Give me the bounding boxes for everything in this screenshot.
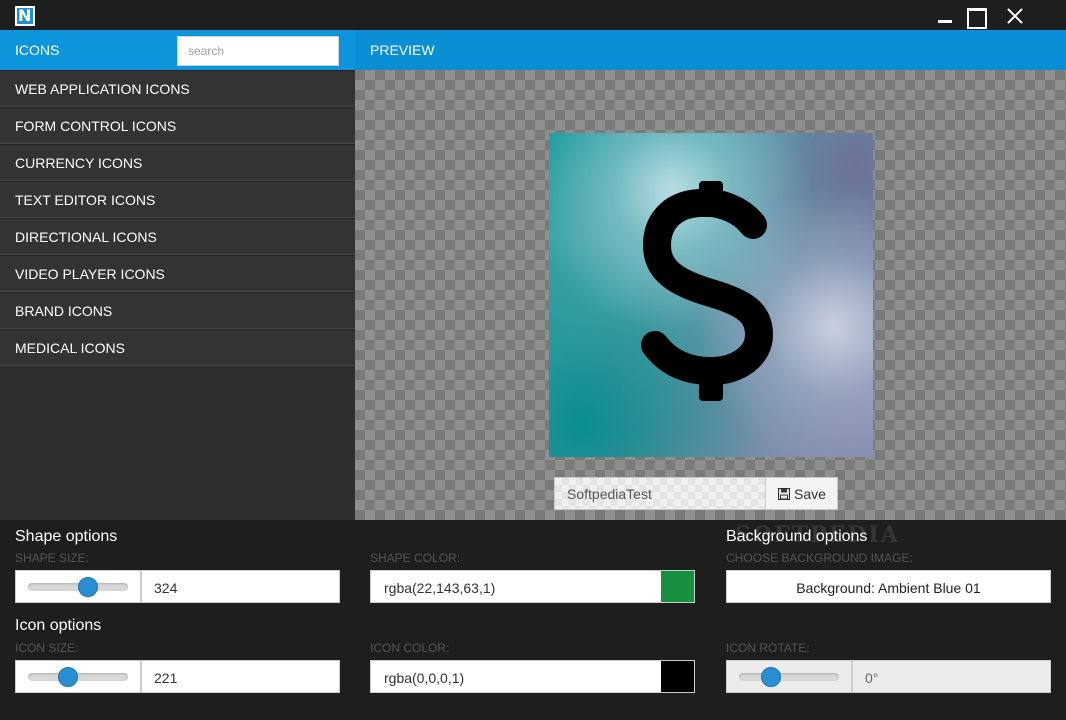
- sidebar-item-text-editor[interactable]: TEXT EDITOR ICONS: [0, 181, 355, 218]
- dollar-icon: [641, 181, 774, 401]
- icon-rotate-label: ICON ROTATE:: [726, 641, 810, 655]
- sidebar-item-form-control[interactable]: FORM CONTROL ICONS: [0, 107, 355, 144]
- icon-size-slider[interactable]: [15, 660, 141, 693]
- category-sidebar: WEB APPLICATION ICONS FORM CONTROL ICONS…: [0, 70, 355, 520]
- icon-size-slider-track: [28, 673, 128, 681]
- icon-options-title: Icon options: [15, 617, 102, 634]
- app-logo: N: [15, 6, 35, 26]
- icon-size-slider-thumb[interactable]: [58, 667, 78, 687]
- save-label: Save: [794, 486, 826, 502]
- minimize-icon[interactable]: [933, 4, 957, 28]
- icon-color-swatch[interactable]: [661, 661, 694, 692]
- icon-rotate-slider-track: [739, 673, 839, 681]
- background-options-title: Background options: [726, 528, 868, 545]
- search-input[interactable]: [177, 36, 339, 66]
- icon-rotate-value[interactable]: 0°: [852, 660, 1051, 693]
- sidebar-item-directional[interactable]: DIRECTIONAL ICONS: [0, 218, 355, 255]
- shape-size-label: SHAPE SIZE:: [15, 551, 90, 565]
- icon-color-value: rgba(0,0,0,1): [384, 670, 465, 686]
- app-window: N ICONS PREVIEW WEB APPLICATION ICONS FO…: [0, 0, 1066, 720]
- header-bar: ICONS PREVIEW: [0, 30, 1066, 70]
- sidebar-item-video-player[interactable]: VIDEO PLAYER ICONS: [0, 255, 355, 292]
- icon-size-label: ICON SIZE:: [15, 641, 79, 655]
- save-button[interactable]: Save: [765, 477, 838, 510]
- icon-color-field[interactable]: rgba(0,0,0,1): [370, 660, 695, 693]
- title-bar: N: [0, 0, 1066, 30]
- icon-preview-shape: [549, 133, 873, 457]
- shape-size-slider[interactable]: [15, 570, 141, 603]
- preview-canvas: Save: [355, 70, 1066, 520]
- preview-heading: PREVIEW: [370, 42, 435, 58]
- background-image-button[interactable]: Background: Ambient Blue 01: [726, 570, 1051, 603]
- icon-rotate-slider[interactable]: [726, 660, 852, 693]
- close-icon[interactable]: [1003, 4, 1027, 28]
- background-image-label: CHOOSE BACKGROUND IMAGE:: [726, 551, 913, 565]
- icons-heading: ICONS: [15, 42, 60, 58]
- icon-rotate-slider-thumb[interactable]: [761, 667, 781, 687]
- icon-color-label: ICON COLOR:: [370, 641, 450, 655]
- sidebar-item-medical[interactable]: MEDICAL ICONS: [0, 329, 355, 366]
- shape-size-slider-thumb[interactable]: [78, 577, 98, 597]
- sidebar-item-web-application[interactable]: WEB APPLICATION ICONS: [0, 70, 355, 107]
- floppy-disk-icon: [778, 488, 790, 500]
- options-panel: SOFTPEDIA Shape options SHAPE SIZE: 324 …: [0, 520, 1066, 720]
- shape-size-value[interactable]: 324: [141, 570, 340, 603]
- sidebar-item-brand[interactable]: BRAND ICONS: [0, 292, 355, 329]
- sidebar-header: ICONS: [0, 30, 355, 70]
- app-logo-letter: N: [18, 6, 32, 25]
- filename-input[interactable]: [554, 477, 765, 510]
- shape-color-field[interactable]: rgba(22,143,63,1): [370, 570, 695, 603]
- shape-options-title: Shape options: [15, 528, 118, 545]
- shape-color-label: SHAPE COLOR:: [370, 551, 461, 565]
- shape-color-swatch[interactable]: [661, 571, 694, 602]
- sidebar-item-currency[interactable]: CURRENCY ICONS: [0, 144, 355, 181]
- shape-color-value: rgba(22,143,63,1): [384, 580, 496, 596]
- maximize-icon[interactable]: [963, 4, 987, 29]
- icon-size-value[interactable]: 221: [141, 660, 340, 693]
